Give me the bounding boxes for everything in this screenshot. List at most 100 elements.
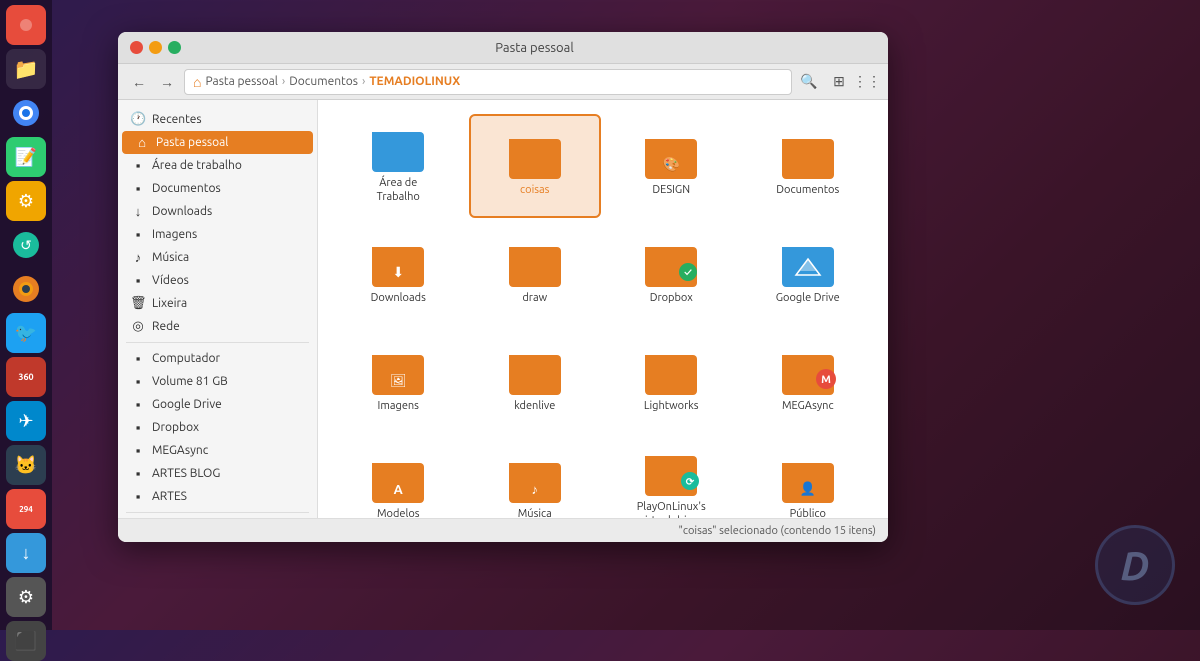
file-name-modelos: Modelos: [377, 507, 420, 518]
badge-icon[interactable]: 294: [6, 489, 46, 529]
file-item-design[interactable]: 🎨 DESIGN: [607, 116, 736, 216]
sidebar-divider-1: [126, 342, 309, 343]
close-button[interactable]: [130, 41, 143, 54]
file-name-publico: Público: [790, 507, 826, 518]
file-item-publico[interactable]: 👤 Público: [744, 440, 873, 518]
sidebar-item-desktop[interactable]: ▪ Área de trabalho: [118, 154, 317, 177]
file-name-gdrive: Google Drive: [776, 291, 840, 305]
svg-text:✓: ✓: [684, 267, 692, 279]
folder-icon-musica: ♪: [509, 459, 561, 503]
watermark-logo: D: [1095, 525, 1175, 605]
minimize-button[interactable]: [149, 41, 162, 54]
lixeira-icon: 🗑: [130, 296, 146, 311]
sidebar-item-dropbox[interactable]: ▪ Dropbox: [118, 416, 317, 439]
folder-icon-playonlinux: ⟳: [645, 452, 697, 496]
breadcrumb-current[interactable]: TEMADIOLINUX: [369, 75, 460, 88]
settings-icon[interactable]: ⚙: [6, 181, 46, 221]
sidebar-divider-2: [126, 512, 309, 513]
sidebar-item-recentes[interactable]: 🕐 Recentes: [118, 108, 317, 131]
sidebar-item-computador[interactable]: ▪ Computador: [118, 347, 317, 370]
sidebar-item-documentos[interactable]: ▪ Documentos: [118, 177, 317, 200]
file-item-documentos[interactable]: Documentos: [744, 116, 873, 216]
file-name-musica: Música: [518, 507, 552, 518]
rede-icon: ◎: [130, 319, 146, 334]
360-icon[interactable]: 360: [6, 357, 46, 397]
nav-buttons: ← →: [126, 69, 180, 95]
folder-icon-downloads: ⬇: [372, 243, 424, 287]
maximize-button[interactable]: [168, 41, 181, 54]
file-name-mega: MEGAsync: [782, 399, 834, 413]
breadcrumb-documentos[interactable]: Documentos: [289, 75, 358, 88]
back-button[interactable]: ←: [126, 69, 152, 95]
window-title: Pasta pessoal: [193, 41, 876, 55]
files-icon[interactable]: 📁: [6, 49, 46, 89]
firefox-icon[interactable]: [6, 269, 46, 309]
sidebar-item-musica[interactable]: ♪ Música: [118, 246, 317, 269]
system-icon[interactable]: ⚙: [6, 577, 46, 617]
artes-blog-icon: ▪: [130, 466, 146, 481]
sidebar-item-imagens[interactable]: ▪ Imagens: [118, 223, 317, 246]
file-item-imagens[interactable]: 🖼 Imagens: [334, 332, 463, 432]
sync-icon[interactable]: ↺: [6, 225, 46, 265]
telegram-icon[interactable]: ✈: [6, 401, 46, 441]
twitter-icon[interactable]: 🐦: [6, 313, 46, 353]
sidebar-item-lixeira[interactable]: 🗑 Lixeira: [118, 292, 317, 315]
svg-text:M: M: [821, 374, 831, 386]
sidebar-item-pasta-pessoal[interactable]: ⌂ Pasta pessoal: [122, 131, 313, 154]
list-view-button[interactable]: ⊞: [826, 69, 852, 95]
file-item-musica[interactable]: ♪ Música: [471, 440, 600, 518]
desktop-icon: ▪: [130, 158, 146, 173]
sidebar: 🕐 Recentes ⌂ Pasta pessoal ▪ Área de tra…: [118, 100, 318, 518]
file-name-downloads: Downloads: [371, 291, 426, 305]
folder-icon-design: 🎨: [645, 135, 697, 179]
file-item-area-trabalho[interactable]: Área de Trabalho: [334, 116, 463, 216]
sidebar-item-artes[interactable]: ▪ ARTES: [118, 485, 317, 508]
file-name-draw: draw: [522, 291, 547, 305]
svg-text:⟳: ⟳: [686, 476, 695, 487]
breadcrumb-home-label[interactable]: Pasta pessoal: [205, 75, 277, 88]
folder-icon-lightworks: [645, 351, 697, 395]
file-item-modelos[interactable]: A Modelos: [334, 440, 463, 518]
ubuntu-icon[interactable]: [6, 5, 46, 45]
taskbar: 📁 📝 ⚙ ↺ 🐦 360 ✈ 🐱 294 ↓ ⚙ ⬛: [0, 0, 52, 630]
file-name-kdenlive: kdenlive: [514, 399, 555, 413]
file-item-mega[interactable]: M MEGAsync: [744, 332, 873, 432]
sidebar-item-mega[interactable]: ▪ MEGAsync: [118, 439, 317, 462]
forward-button[interactable]: →: [154, 69, 180, 95]
download-icon[interactable]: ↓: [6, 533, 46, 573]
sidebar-item-videos[interactable]: ▪ Vídeos: [118, 269, 317, 292]
breadcrumb: ⌂ Pasta pessoal › Documentos › TEMADIOLI…: [184, 69, 792, 95]
file-item-gdrive[interactable]: Google Drive: [744, 224, 873, 324]
sidebar-item-artes-blog[interactable]: ▪ ARTES BLOG: [118, 462, 317, 485]
file-item-lightworks[interactable]: Lightworks: [607, 332, 736, 432]
file-item-draw[interactable]: draw: [471, 224, 600, 324]
file-item-downloads[interactable]: ⬇ Downloads: [334, 224, 463, 324]
sidebar-item-gdrive[interactable]: ▪ Google Drive: [118, 393, 317, 416]
main-area: 🕐 Recentes ⌂ Pasta pessoal ▪ Área de tra…: [118, 100, 888, 518]
sidebar-item-rede[interactable]: ◎ Rede: [118, 315, 317, 338]
cat-icon[interactable]: 🐱: [6, 445, 46, 485]
grid-view-button[interactable]: ⋮⋮: [854, 69, 880, 95]
folder-icon-documentos: [782, 135, 834, 179]
folder-icon-kdenlive: [509, 351, 561, 395]
chrome-icon[interactable]: [6, 93, 46, 133]
sidebar-item-volume[interactable]: ▪ Volume 81 GB: [118, 370, 317, 393]
folder-icon-mega: M: [782, 351, 834, 395]
gdrive-icon: ▪: [130, 397, 146, 412]
file-item-coisas[interactable]: coisas: [471, 116, 600, 216]
file-manager-window: Pasta pessoal ← → ⌂ Pasta pessoal › Docu…: [118, 32, 888, 542]
volume-icon: ▪: [130, 374, 146, 389]
evernote-icon[interactable]: 📝: [6, 137, 46, 177]
file-item-playonlinux[interactable]: ⟳ PlayOnLinux's virtual drives: [607, 440, 736, 518]
search-button[interactable]: 🔍: [796, 69, 822, 95]
mega-icon: ▪: [130, 443, 146, 458]
watermark: D: [1090, 520, 1180, 610]
file-name-documentos: Documentos: [776, 183, 839, 197]
home-icon: ⌂: [193, 74, 201, 90]
file-item-dropbox[interactable]: ✓ Dropbox: [607, 224, 736, 324]
vm-icon[interactable]: ⬛: [6, 621, 46, 661]
file-item-kdenlive[interactable]: kdenlive: [471, 332, 600, 432]
folder-icon-imagens: 🖼: [372, 351, 424, 395]
sidebar-item-downloads[interactable]: ↓ Downloads: [118, 200, 317, 223]
documentos-icon: ▪: [130, 181, 146, 196]
